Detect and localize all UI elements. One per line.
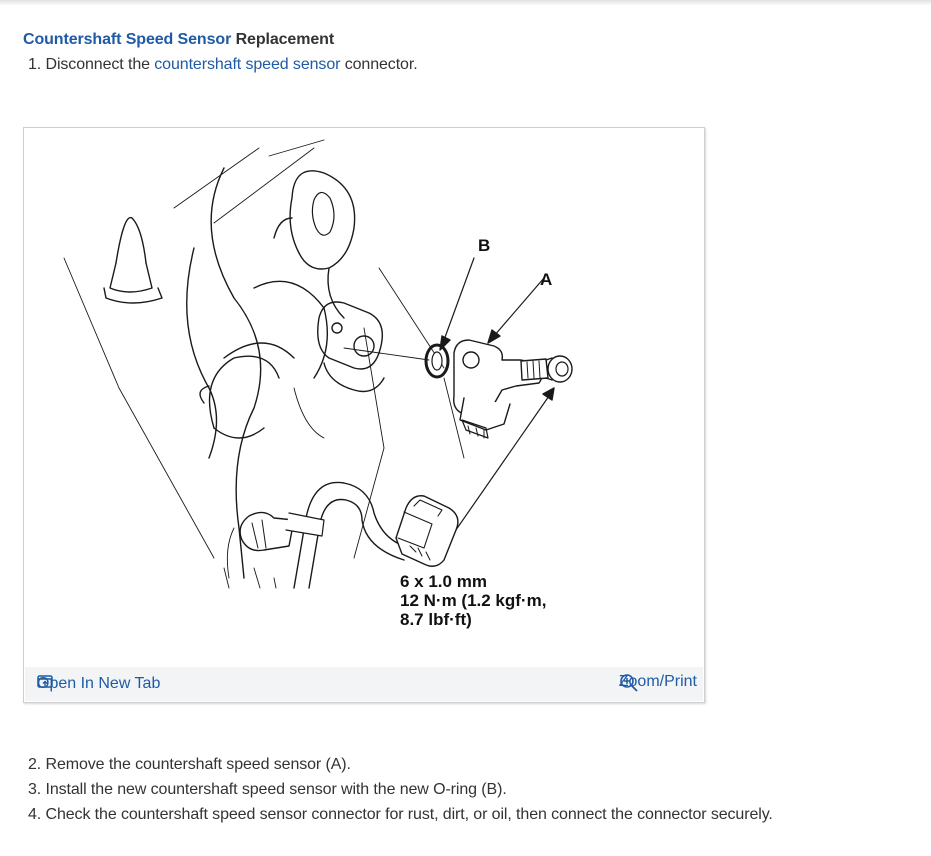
top-divider	[0, 0, 931, 6]
step-4: 4. Check the countershaft speed sensor c…	[28, 806, 773, 823]
callout-a-label: A	[540, 270, 553, 289]
step-1: 1. Disconnect the countershaft speed sen…	[28, 56, 418, 74]
figure-panel: B A 6 x 1.0 mm 12 N·m (1.2 kgf·m, 8.7 lb…	[23, 127, 705, 703]
sensor-connector-link[interactable]: countershaft speed sensor	[154, 56, 340, 73]
spec-line-2: 12 N·m (1.2 kgf·m,	[400, 591, 547, 610]
sensor-diagram	[63, 139, 573, 589]
step-3: 3. Install the new countershaft speed se…	[28, 781, 507, 798]
step-2: 2. Remove the countershaft speed sensor …	[28, 756, 351, 773]
spec-line-1: 6 x 1.0 mm	[400, 572, 487, 591]
title-link[interactable]: Countershaft Speed Sensor	[23, 31, 231, 48]
open-tab-icon	[37, 675, 53, 688]
open-tab-label: Open In New Tab	[37, 675, 161, 692]
step-1-suffix: connector.	[340, 56, 418, 73]
spec-line-3: 8.7 lbf·ft)	[400, 610, 472, 629]
open-in-new-tab-button[interactable]: Open In New Tab	[37, 675, 160, 693]
torque-spec: 6 x 1.0 mm 12 N·m (1.2 kgf·m, 8.7 lbf·ft…	[400, 572, 546, 629]
callout-b-label: B	[478, 236, 491, 255]
title-suffix: Replacement	[231, 31, 335, 48]
zoom-in-icon	[619, 674, 638, 692]
page-title: Countershaft Speed Sensor Replacement	[23, 31, 334, 49]
figure-toolbar: Open In New Tab Zoom/Print	[25, 667, 703, 701]
step-1-prefix: 1. Disconnect the	[28, 56, 155, 73]
zoom-print-button[interactable]: Zoom/Print	[619, 673, 697, 692]
